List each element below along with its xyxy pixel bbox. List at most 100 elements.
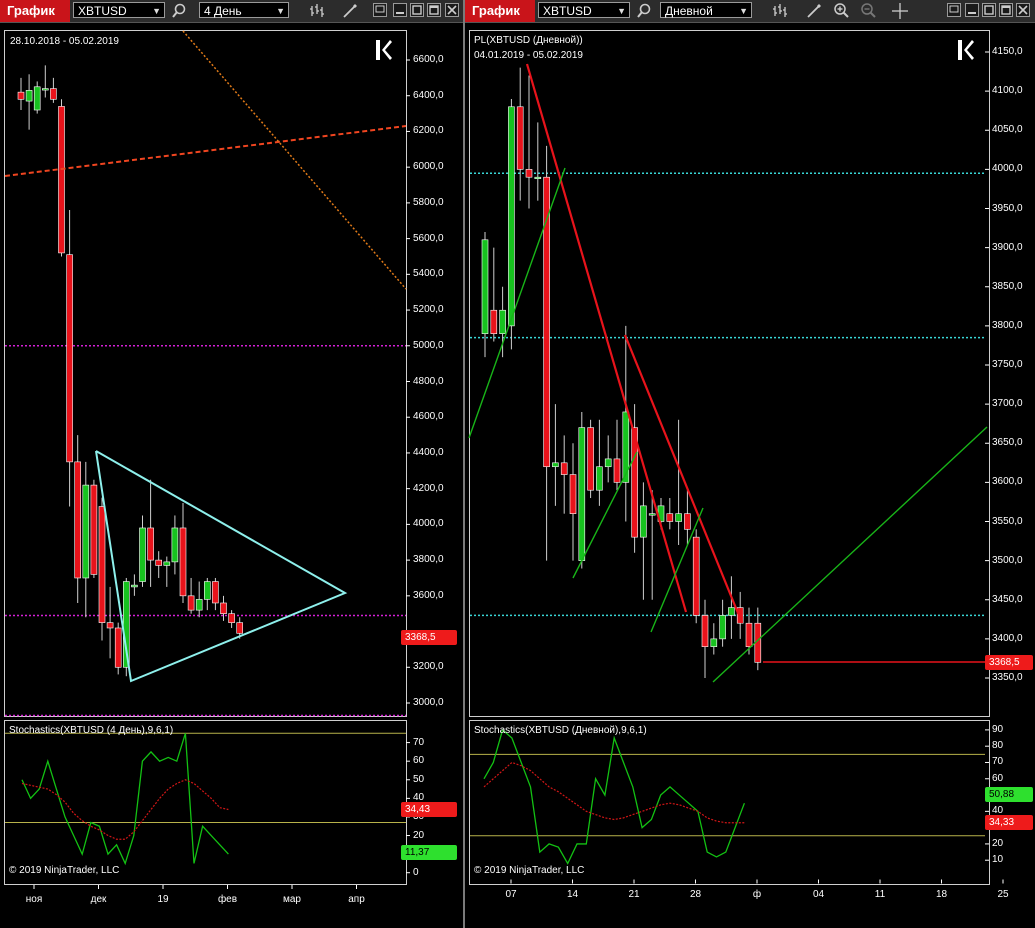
stoch-k-line xyxy=(483,728,746,865)
time-axis-label: мар xyxy=(283,894,301,905)
price-axis-label: 5200,0 xyxy=(413,304,444,316)
price-axis-label: 4600,0 xyxy=(413,411,444,423)
candle-up xyxy=(82,484,90,579)
candle-down xyxy=(745,622,753,647)
candle-down xyxy=(587,427,594,491)
ninjatrader-logo-icon xyxy=(376,40,392,60)
date-range-label: 28.10.2018 - 05.02.2019 xyxy=(10,36,119,47)
time-axis-label: 04 xyxy=(812,888,825,900)
candle-down xyxy=(569,474,577,514)
price-axis-label: 3850,0 xyxy=(992,280,1023,292)
stoch-axis-label: 10 xyxy=(992,854,1004,866)
stoch-d-value-tag: 34,33 xyxy=(985,815,1033,830)
candle-down xyxy=(114,627,122,668)
price-axis-label: 3900,0 xyxy=(992,241,1023,253)
candle-down xyxy=(236,622,243,634)
price-axis-label: 6200,0 xyxy=(413,125,444,137)
price-axis-label: 3200,0 xyxy=(413,661,444,673)
candle-down xyxy=(187,595,195,611)
price-axis-label: 5600,0 xyxy=(413,232,444,244)
price-axis-label: 6600,0 xyxy=(413,54,444,65)
price-axis-label: 3650,0 xyxy=(992,437,1023,449)
candle-down xyxy=(228,613,235,623)
candle-up xyxy=(195,599,203,611)
candle-down xyxy=(66,254,73,463)
symmetrical-triangle xyxy=(95,450,348,683)
time-axis-label: 28 xyxy=(689,888,702,900)
candle-down xyxy=(50,88,57,100)
candle-down xyxy=(179,527,187,597)
price-axis-label: 4400,0 xyxy=(413,446,444,458)
candle-up xyxy=(508,106,515,327)
price-axis-label: 4150,0 xyxy=(992,46,1023,57)
copyright-label: © 2019 NinjaTrader, LLC xyxy=(474,865,585,876)
time-axis-label: апр xyxy=(348,894,365,905)
candle-down xyxy=(490,309,498,335)
date-range-label: 04.01.2019 - 05.02.2019 xyxy=(474,50,583,61)
time-axis-label: дек xyxy=(90,894,107,905)
indicator-name-label: PL(XBTUSD (Дневной)) xyxy=(474,35,583,46)
stoch-axis-label: 0 xyxy=(413,866,419,878)
price-axis-label: 5000,0 xyxy=(413,339,444,351)
stoch-k-value-tag: 11,37 xyxy=(401,845,457,860)
price-axis-label: 3950,0 xyxy=(992,202,1023,214)
stoch-d-value-tag: 34,43 xyxy=(401,802,457,817)
candle-up xyxy=(648,513,656,516)
candle-down xyxy=(155,559,162,566)
trendline-red-2 xyxy=(623,334,744,624)
stoch-axis-label: 90 xyxy=(992,723,1004,735)
stoch-axis-label: 60 xyxy=(413,755,425,767)
chart-canvas-right xyxy=(468,51,1004,884)
price-axis-label: 3450,0 xyxy=(992,593,1023,605)
candle-down xyxy=(684,513,691,530)
chart-window-right: График XBTUSD ▼ Дневной ▼ PL(XBTUSD (Дне… xyxy=(465,0,1035,928)
price-axis-label: 6000,0 xyxy=(413,161,444,173)
time-axis-label: 11 xyxy=(874,888,886,900)
time-axis-label: фев xyxy=(217,894,238,905)
candle-down xyxy=(90,484,98,575)
candle-up xyxy=(604,458,612,468)
price-axis-label: 5400,0 xyxy=(413,268,444,280)
candle-down xyxy=(212,581,219,604)
candle-down xyxy=(147,527,154,561)
candle-up xyxy=(33,86,41,111)
stoch-axis-label: 20 xyxy=(413,829,425,841)
candle-up xyxy=(710,638,718,647)
candle-down xyxy=(98,506,106,623)
time-axis-label: 21 xyxy=(628,888,640,900)
candle-down xyxy=(106,622,114,629)
candle-down xyxy=(701,615,709,648)
stoch-axis-label: 20 xyxy=(992,837,1004,849)
candle-up xyxy=(499,309,506,335)
stoch-axis-label: 60 xyxy=(992,772,1004,784)
price-axis-label: 4000,0 xyxy=(413,518,444,530)
candle-up xyxy=(552,462,559,468)
time-axis-label: 14 xyxy=(566,888,579,900)
stoch-d-line xyxy=(21,779,229,840)
time-axis-label: 25 xyxy=(997,888,1009,900)
chart-canvas-left xyxy=(4,30,410,889)
stoch-axis-label: 80 xyxy=(992,740,1004,752)
candle-down xyxy=(17,91,25,100)
candle-up xyxy=(41,88,49,91)
copyright-label: © 2019 NinjaTrader, LLC xyxy=(9,865,120,876)
price-axis-label: 3750,0 xyxy=(992,359,1023,370)
candle-up xyxy=(640,505,647,538)
price-axis-label: 3600,0 xyxy=(992,476,1023,488)
time-axis-label: 19 xyxy=(157,894,169,905)
time-axis-label: ф xyxy=(752,888,762,900)
candle-up xyxy=(171,527,179,563)
trendline-green-4 xyxy=(712,426,988,683)
price-axis-label: 6400,0 xyxy=(413,89,444,101)
trendline-orange-dashed xyxy=(4,125,407,177)
candle-up xyxy=(163,561,171,566)
price-axis-label: 4800,0 xyxy=(413,375,444,387)
candle-down xyxy=(666,513,674,522)
indicator-title: Stochastics(XBTUSD (Дневной),9,6,1) xyxy=(474,725,647,736)
candle-up xyxy=(534,176,542,179)
price-axis-label: 4000,0 xyxy=(992,163,1023,175)
candle-down xyxy=(58,106,65,254)
stoch-d-line xyxy=(483,761,745,824)
candle-up xyxy=(675,513,682,522)
price-axis-label: 3000,0 xyxy=(413,697,444,708)
